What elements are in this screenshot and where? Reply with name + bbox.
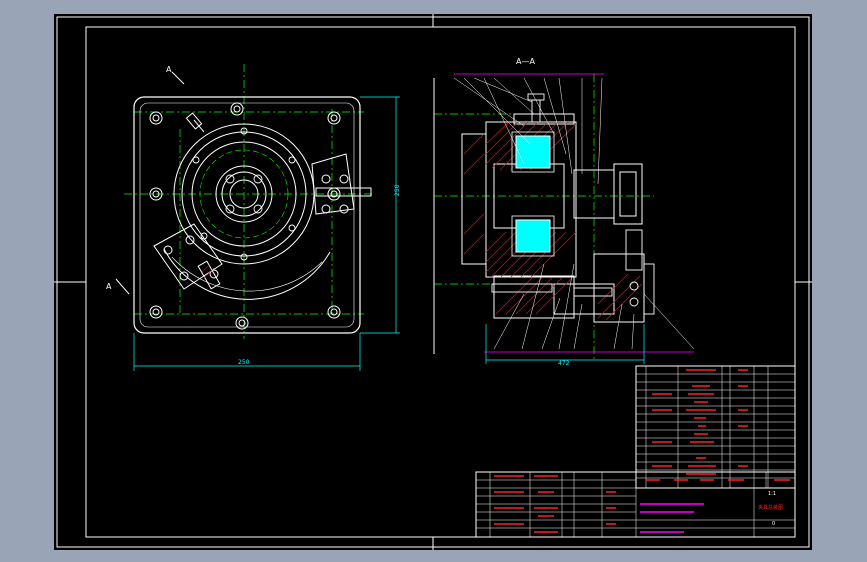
dim-plan-width: 250 xyxy=(238,359,250,366)
scale-label: 1:1 xyxy=(768,491,776,497)
section-mark-top: A xyxy=(166,65,172,74)
drawing-title: 夹具总装图 xyxy=(758,504,783,511)
dim-section-width: 472 xyxy=(558,360,570,367)
coil-lower xyxy=(515,219,551,253)
drawing-sheet: A A 250 250 A—A 472 夹具总装图 1:1 0 xyxy=(54,14,812,550)
frame-ticks xyxy=(54,14,812,550)
dim-plan-height: 250 xyxy=(394,184,401,196)
section-view: A—A 472 xyxy=(433,57,695,367)
plan-view: A A 250 250 xyxy=(106,64,401,371)
section-title: A—A xyxy=(516,57,535,66)
sheet-number: 0 xyxy=(772,521,775,527)
section-mark-bottom: A xyxy=(106,282,112,291)
coil-upper xyxy=(515,135,551,169)
cad-drawing: A A 250 250 A—A 472 夹具总装图 1:1 0 xyxy=(54,14,812,550)
parts-list-right xyxy=(635,365,796,489)
